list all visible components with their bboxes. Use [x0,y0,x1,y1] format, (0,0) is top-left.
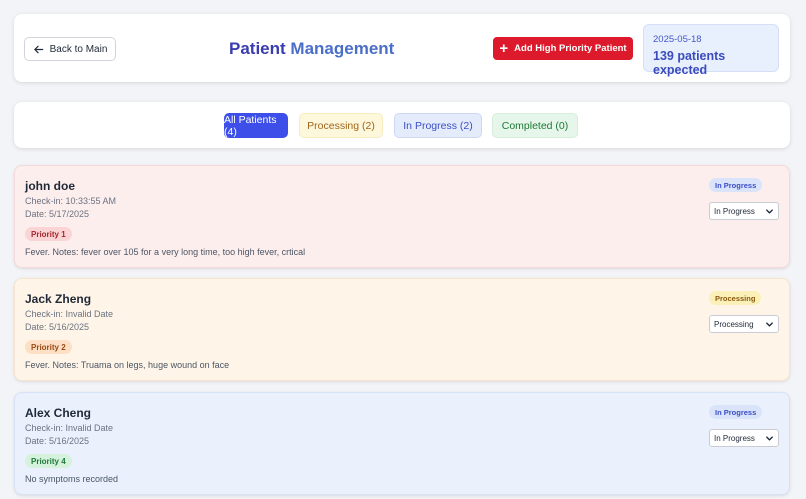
status-badge: In Progress [709,178,763,192]
checkin-time: Check-in: Invalid Date [25,309,114,319]
arrow-left-icon [33,45,43,53]
add-button-label: Add High Priority Patient [514,43,627,54]
chevron-down-icon [766,436,773,441]
checkin-time: Check-in: Invalid Date [25,423,114,433]
visit-date: Date: 5/16/2025 [25,322,90,332]
patient-notes: Fever. Notes: fever over 105 for a very … [25,247,306,257]
checkin-time: Check-in: 10:33:55 AM [25,196,117,206]
patient-card: john doe Check-in: 10:33:55 AM Date: 5/1… [14,165,790,268]
filter-all-patients[interactable]: All Patients (4) [224,113,288,138]
filter-bar: All Patients (4) Processing (2) In Progr… [14,102,790,148]
visit-date: Date: 5/16/2025 [25,436,90,446]
status-select[interactable]: Processing [709,315,779,333]
priority-badge: Priority 4 [25,454,72,468]
plus-icon: + [499,40,509,57]
chevron-down-icon [766,322,773,327]
visit-date: Date: 5/17/2025 [25,209,90,219]
patient-notes: No symptoms recorded [25,474,119,484]
patient-name: Alex Cheng [25,406,92,420]
chevron-down-icon [766,209,773,214]
date-summary-box: 2025-05-18 139 patients expected [643,24,779,77]
add-high-priority-patient-button[interactable]: + Add High Priority Patient [493,37,633,60]
current-date: 2025-05-18 [653,34,702,45]
filter-completed[interactable]: Completed (0) [492,113,578,138]
filter-processing[interactable]: Processing (2) [299,113,383,138]
patient-name: john doe [25,179,75,193]
filter-in-progress[interactable]: In Progress (2) [394,113,482,138]
status-select-value: Processing [714,319,754,329]
status-select[interactable]: In Progress [709,202,779,220]
back-to-main-button[interactable]: Back to Main [24,37,116,61]
patient-card: Jack Zheng Check-in: Invalid Date Date: … [14,278,790,381]
priority-badge: Priority 1 [25,227,72,241]
patient-card: Alex Cheng Check-in: Invalid Date Date: … [14,392,790,495]
patient-notes: Fever. Notes: Truama on legs, huge wound… [25,360,230,370]
page-title-part2: Management [285,39,395,58]
status-select-value: In Progress [714,206,755,216]
status-badge: In Progress [709,405,763,419]
page-title: Patient Management [229,39,394,59]
expected-patients: 139 patients expected [653,49,726,77]
page-header: Back to Main Patient Management + Add Hi… [14,14,790,82]
back-button-label: Back to Main [49,43,108,55]
page-title-part1: Patient [229,39,286,58]
status-select-value: In Progress [714,433,755,443]
patient-name: Jack Zheng [25,292,92,306]
status-select[interactable]: In Progress [709,429,779,447]
priority-badge: Priority 2 [25,340,72,354]
status-badge: Processing [709,291,762,305]
